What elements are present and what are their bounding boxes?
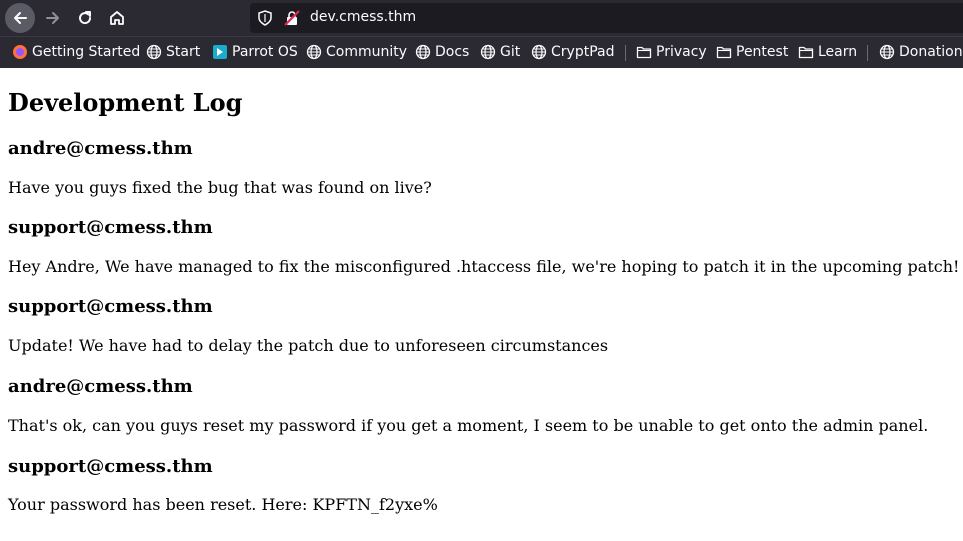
shield-icon[interactable] xyxy=(258,10,272,30)
globe-icon xyxy=(415,44,431,60)
folder-icon xyxy=(636,44,652,60)
bookmark-label: Pentest xyxy=(736,44,789,60)
bookmark-start[interactable]: Start xyxy=(146,44,200,60)
firefox-icon xyxy=(12,44,28,60)
globe-icon xyxy=(146,44,162,60)
bookmark-label: Parrot OS xyxy=(232,44,298,60)
bookmark-label: Getting Started xyxy=(32,44,141,60)
url-text[interactable]: dev.cmess.thm xyxy=(310,9,416,25)
bookmark-label: Donations xyxy=(899,44,963,60)
insecure-lock-icon[interactable] xyxy=(284,10,300,30)
forward-button[interactable] xyxy=(38,3,68,33)
entry-message: Hey Andre, We have managed to fix the mi… xyxy=(8,257,960,276)
entry-message: Update! We have had to delay the patch d… xyxy=(8,336,609,355)
globe-icon xyxy=(531,44,547,60)
arrow-right-icon xyxy=(46,12,59,24)
bookmark-parrot-os[interactable]: Parrot OS xyxy=(212,44,298,60)
bookmark-label: Start xyxy=(166,44,201,60)
home-icon xyxy=(110,11,124,25)
globe-icon xyxy=(306,44,322,60)
bookmark-label: Privacy xyxy=(656,44,707,60)
globe-icon xyxy=(480,44,496,60)
entry-author: andre@cmess.thm xyxy=(8,138,193,159)
bookmark-docs[interactable]: Docs xyxy=(415,44,469,60)
bookmark-label: Learn xyxy=(818,44,858,60)
entry-message: That's ok, can you guys reset my passwor… xyxy=(8,416,929,435)
bookmark-community[interactable]: Community xyxy=(306,44,407,60)
bookmark-getting-started[interactable]: Getting Started xyxy=(12,44,140,60)
bookmark-folder-learn[interactable]: Learn xyxy=(798,44,857,60)
globe-icon xyxy=(879,44,895,60)
entry-author: support@cmess.thm xyxy=(8,296,213,317)
browser-toolbar: dev.cmess.thm xyxy=(0,0,963,36)
parrot-icon xyxy=(212,44,228,60)
bookmark-label: Docs xyxy=(435,44,470,60)
page-title: Development Log xyxy=(8,88,243,117)
bookmark-separator xyxy=(625,45,626,61)
url-bar[interactable]: dev.cmess.thm xyxy=(250,3,963,33)
arrow-left-icon xyxy=(14,12,27,24)
bookmark-git[interactable]: Git xyxy=(480,44,520,60)
folder-icon xyxy=(716,44,732,60)
entry-author: support@cmess.thm xyxy=(8,456,213,477)
bookmark-separator xyxy=(867,45,868,61)
bookmark-folder-pentest[interactable]: Pentest xyxy=(716,44,788,60)
bookmark-label: CryptPad xyxy=(551,44,615,60)
entry-message: Have you guys fixed the bug that was fou… xyxy=(8,178,432,197)
entry-author: andre@cmess.thm xyxy=(8,376,193,397)
folder-icon xyxy=(798,44,814,60)
bookmark-cryptpad[interactable]: CryptPad xyxy=(531,44,614,60)
bookmark-donations[interactable]: Donations xyxy=(879,44,963,60)
bookmarks-bar: Getting Started Start Parrot OS Communit… xyxy=(0,36,963,68)
entry-message: Your password has been reset. Here: KPFT… xyxy=(8,495,438,514)
entry-author: support@cmess.thm xyxy=(8,217,213,238)
bookmark-folder-privacy[interactable]: Privacy xyxy=(636,44,707,60)
bookmark-label: Git xyxy=(500,44,521,60)
reload-button[interactable] xyxy=(70,3,100,33)
back-button[interactable] xyxy=(5,3,35,33)
bookmark-label: Community xyxy=(326,44,408,60)
home-button[interactable] xyxy=(102,3,132,33)
reload-icon xyxy=(79,11,92,25)
